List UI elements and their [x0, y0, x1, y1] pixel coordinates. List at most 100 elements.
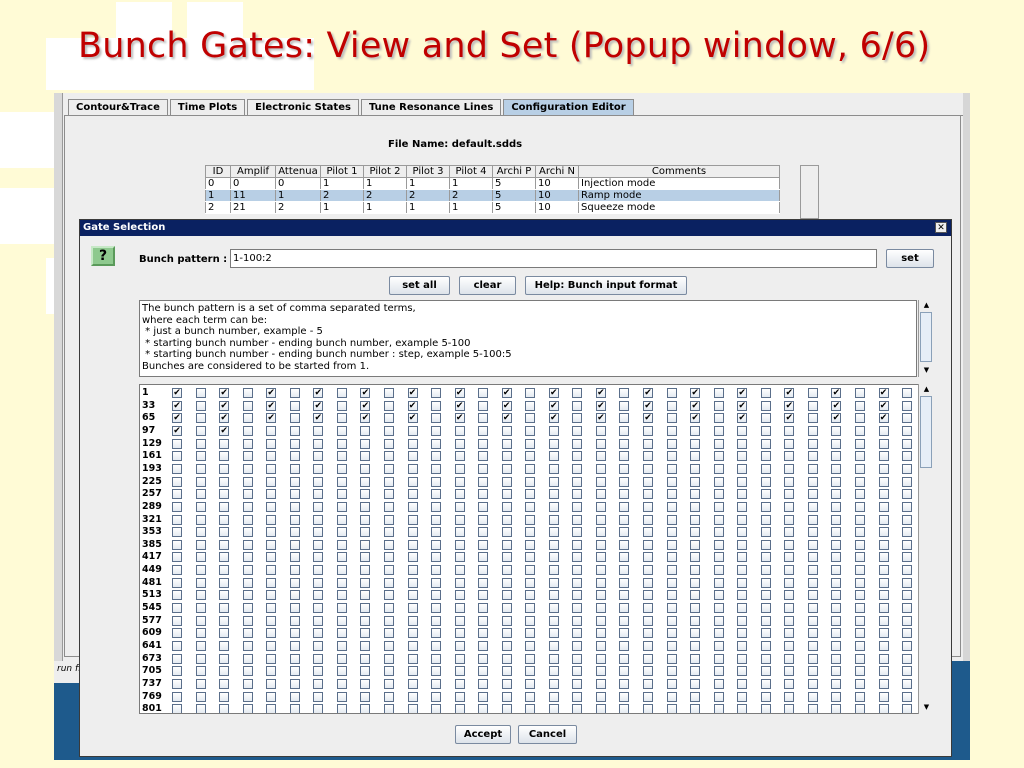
bunch-checkbox[interactable]: ✔ [595, 413, 606, 424]
bunch-checkbox[interactable] [478, 590, 489, 601]
bunch-checkbox[interactable]: ✔ [454, 388, 465, 398]
bunch-checkbox[interactable] [478, 577, 489, 588]
bunch-checkbox[interactable] [854, 388, 865, 398]
bunch-checkbox[interactable] [760, 388, 771, 398]
bunch-checkbox[interactable] [831, 615, 842, 626]
bunch-checkbox[interactable] [525, 413, 536, 424]
bunch-checkbox[interactable] [501, 451, 512, 462]
bunch-checkbox[interactable] [548, 666, 559, 677]
bunch-checkbox[interactable] [784, 653, 795, 664]
bunch-checkbox[interactable] [690, 425, 701, 436]
bunch-checkbox[interactable] [219, 463, 230, 474]
bunch-checkbox[interactable] [242, 476, 253, 487]
bunch-checkbox[interactable] [572, 501, 583, 512]
table-cell[interactable]: 0 [205, 177, 231, 190]
bunch-checkbox[interactable] [807, 577, 818, 588]
bunch-checkbox[interactable] [902, 641, 913, 651]
bunch-checkbox[interactable] [713, 603, 724, 614]
bunch-checkbox[interactable] [548, 577, 559, 588]
bunch-checkbox[interactable] [548, 514, 559, 525]
bunch-checkbox[interactable] [478, 641, 489, 651]
bunch-checkbox[interactable] [690, 438, 701, 449]
bunch-checkbox[interactable] [902, 704, 913, 713]
bunch-checkbox[interactable] [360, 704, 371, 713]
bunch-checkbox[interactable]: ✔ [784, 400, 795, 411]
bunch-checkbox[interactable] [525, 501, 536, 512]
bunch-checkbox[interactable] [383, 388, 394, 398]
bunch-checkbox[interactable] [643, 514, 653, 525]
bunch-checkbox[interactable] [902, 489, 913, 500]
bunch-checkbox[interactable] [266, 691, 277, 702]
bunch-checkbox[interactable] [501, 489, 512, 500]
bunch-checkbox[interactable] [854, 413, 865, 424]
bunch-checkbox[interactable] [831, 451, 842, 462]
bunch-checkbox[interactable] [690, 489, 701, 500]
table-cell[interactable]: 0 [275, 177, 321, 190]
bunch-checkbox[interactable]: ✔ [501, 413, 512, 424]
bunch-checkbox[interactable] [360, 463, 371, 474]
bunch-checkbox[interactable] [666, 501, 677, 512]
bunch-checkbox[interactable] [336, 527, 347, 538]
bunch-checkbox[interactable] [666, 388, 677, 398]
table-cell[interactable]: 10 [535, 177, 579, 190]
bunch-checkbox[interactable] [831, 501, 842, 512]
bunch-checkbox[interactable] [289, 400, 300, 411]
bunch-checkbox[interactable] [666, 565, 677, 576]
bunch-checkbox[interactable] [878, 603, 889, 614]
bunch-checkbox[interactable] [713, 476, 724, 487]
bunch-checkbox[interactable] [831, 653, 842, 664]
bunch-checkbox[interactable] [336, 691, 347, 702]
bunch-checkbox[interactable] [172, 451, 182, 462]
bunch-checkbox[interactable] [619, 552, 630, 563]
bunch-checkbox[interactable] [525, 388, 536, 398]
bunch-checkbox[interactable] [572, 628, 583, 639]
bunch-checkbox[interactable] [572, 388, 583, 398]
bunch-checkbox[interactable] [643, 438, 653, 449]
bunch-checkbox[interactable] [501, 565, 512, 576]
bunch-checkbox[interactable] [383, 413, 394, 424]
bunch-checkbox[interactable] [643, 628, 653, 639]
bunch-checkbox[interactable] [666, 400, 677, 411]
bunch-checkbox[interactable] [242, 539, 253, 550]
bunch-checkbox[interactable] [266, 539, 277, 550]
bunch-checkbox[interactable]: ✔ [784, 388, 795, 398]
bunch-checkbox[interactable] [784, 603, 795, 614]
bunch-checkbox[interactable] [431, 501, 442, 512]
bunch-checkbox[interactable] [737, 615, 748, 626]
bunch-checkbox[interactable] [690, 565, 701, 576]
table-cell[interactable]: 1 [406, 177, 450, 190]
column-header[interactable]: Pilot 3 [406, 165, 450, 178]
table-cell[interactable]: 10 [535, 189, 579, 202]
bunch-checkbox[interactable] [666, 489, 677, 500]
bunch-checkbox[interactable] [266, 527, 277, 538]
scroll-thumb[interactable] [920, 312, 932, 362]
left-splitter[interactable] [54, 93, 63, 661]
bunch-checkbox[interactable] [383, 463, 394, 474]
bunch-checkbox[interactable] [666, 691, 677, 702]
bunch-checkbox[interactable] [902, 628, 913, 639]
tab-electronic-states[interactable]: Electronic States [247, 99, 359, 115]
bunch-checkbox[interactable] [266, 489, 277, 500]
bunch-checkbox[interactable] [407, 425, 418, 436]
bunch-checkbox[interactable] [548, 501, 559, 512]
column-header[interactable]: Archi P [492, 165, 536, 178]
bunch-checkbox[interactable]: ✔ [454, 400, 465, 411]
bunch-checkbox[interactable] [784, 628, 795, 639]
bunch-checkbox[interactable] [501, 463, 512, 474]
bunch-checkbox[interactable] [760, 565, 771, 576]
bunch-checkbox[interactable] [336, 552, 347, 563]
bunch-checkbox[interactable] [266, 666, 277, 677]
bunch-checkbox[interactable] [195, 704, 206, 713]
bunch-checkbox[interactable] [195, 565, 206, 576]
help-text-area[interactable]: The bunch pattern is a set of comma sepa… [139, 300, 917, 377]
bunch-checkbox[interactable] [595, 641, 606, 651]
bunch-checkbox[interactable] [407, 463, 418, 474]
bunch-checkbox[interactable] [760, 653, 771, 664]
bunch-checkbox[interactable] [807, 653, 818, 664]
bunch-checkbox[interactable] [878, 577, 889, 588]
bunch-checkbox[interactable] [807, 565, 818, 576]
bunch-checkbox[interactable] [737, 704, 748, 713]
bunch-checkbox[interactable] [478, 463, 489, 474]
bunch-checkbox[interactable] [548, 539, 559, 550]
bunch-checkbox[interactable] [548, 438, 559, 449]
